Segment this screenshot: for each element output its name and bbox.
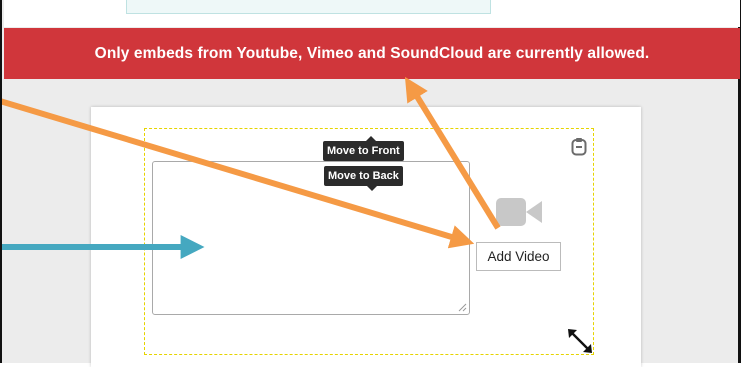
screenshot-frame: Only embeds from Youtube, Vimeo and Soun… [0, 0, 741, 367]
orange-arrow-to-banner [404, 76, 501, 230]
annotation-arrows [2, 76, 501, 259]
orange-arrow-to-add-video [2, 98, 475, 249]
